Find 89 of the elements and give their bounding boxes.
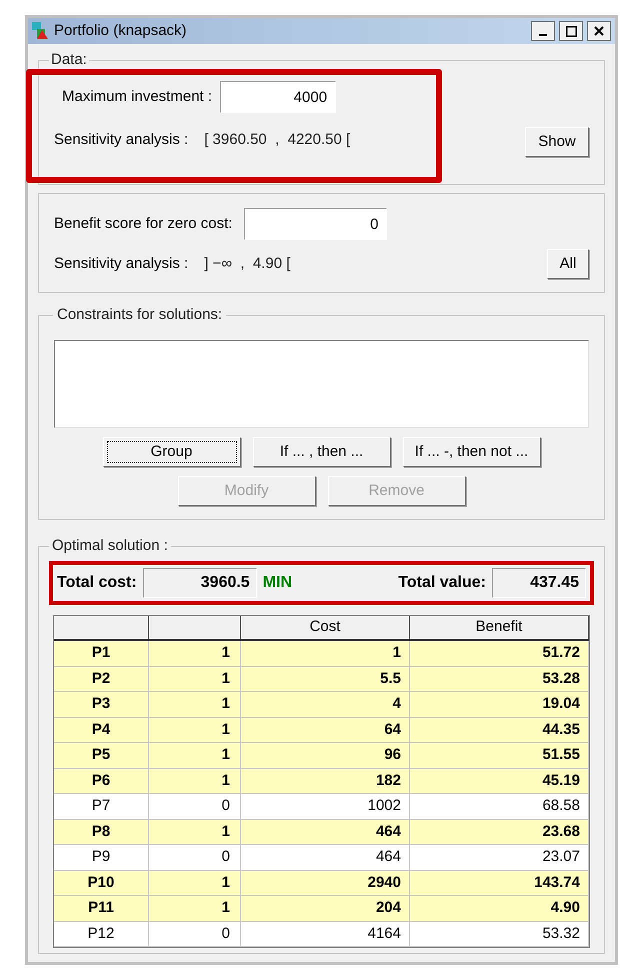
table-row[interactable]: P8 1 464 23.68 [54,820,589,845]
table-cell: 45.19 [410,768,589,794]
table-cell: 1 [149,641,241,666]
benefit-score-field[interactable]: 0 [244,208,388,240]
table-cell: 53.28 [410,666,589,692]
sensitivity-range: [ 3960.50 , 4220.50 [ [204,130,350,150]
table-cell: 0 [149,845,241,870]
action-button[interactable]: If ... , then ... [252,437,390,467]
table-cell: 2940 [241,870,410,896]
table-cell: 68.58 [410,794,589,820]
table-cell: P11 [54,896,149,922]
close-button[interactable] [587,21,611,41]
app-icon [32,22,50,40]
table-cell: P12 [54,922,149,947]
table-row[interactable]: P1 1 1 51.72 [54,641,589,666]
maximize-button[interactable] [559,21,583,41]
table-cell: 1 [149,718,241,743]
total-value-value: 437.45 [492,568,586,598]
table-cell: 4164 [241,922,410,947]
table-cell: 1 [149,743,241,768]
field-label: Maximum investment : [62,86,212,107]
table-cell: 96 [241,743,410,768]
table-cell: 143.74 [410,870,589,896]
action-button[interactable]: If ... -, then not ... [402,437,540,467]
table-cell: 182 [241,768,410,794]
table-row[interactable]: P2 1 5.5 53.28 [54,666,589,692]
action-button[interactable]: Show [525,127,589,157]
table-cell: 1 [149,870,241,896]
table-cell: P8 [54,820,149,845]
table-cell: P1 [54,641,149,666]
table-cell: 4 [241,692,410,718]
table-cell: 1 [149,896,241,922]
table-cell: P5 [54,743,149,768]
maximize-icon [566,26,576,36]
table-cell: P3 [54,692,149,718]
table-cell: 464 [241,820,410,845]
close-icon [594,26,604,36]
table-cell: P6 [54,768,149,794]
table-row[interactable]: P11 1 204 4.90 [54,896,589,922]
table-row[interactable]: P6 1 182 45.19 [54,768,589,794]
total-value-label: Total value: [398,573,486,593]
column-header[interactable]: Benefit [410,616,589,639]
table-row[interactable]: P9 0 464 23.07 [54,845,589,870]
field-label: Benefit score for zero cost: [54,214,232,234]
table-row[interactable]: P10 1 2940 143.74 [54,870,589,896]
table-cell: 5.5 [241,666,410,692]
sensitivity-range: ] −∞ , 4.90 [ [204,254,290,274]
table-cell: 1 [149,666,241,692]
total-cost-value: 3960.5 [142,568,257,598]
table-cell: 1 [149,820,241,845]
table-row[interactable]: P7 0 1002 68.58 [54,794,589,820]
minimize-button[interactable] [531,21,555,41]
total-cost-label: Total cost: [57,573,137,593]
table-cell: 53.32 [410,922,589,947]
table-cell: 464 [241,845,410,870]
window-title: Portfolio (knapsack) [54,20,188,41]
table-cell: 19.04 [410,692,589,718]
group-legend: Optimal solution : [49,537,171,555]
table-cell: P10 [54,870,149,896]
action-button[interactable]: Group [102,437,240,467]
minimize-icon [539,34,547,36]
table-cell: P4 [54,718,149,743]
table-cell: 64 [241,718,410,743]
table-cell: 1 [241,641,410,666]
sensitivity-label: Sensitivity analysis : [54,254,188,274]
table-cell: 23.68 [410,820,589,845]
table-cell: 1 [149,692,241,718]
min-tag: MIN [262,571,292,595]
table-cell: P2 [54,666,149,692]
table-cell: 1002 [241,794,410,820]
max-investment-field[interactable]: 4000 [220,81,336,113]
table-cell: 1 [149,768,241,794]
table-row[interactable]: P4 1 64 44.35 [54,718,589,743]
table-cell: 23.07 [410,845,589,870]
table-cell: 51.55 [410,743,589,768]
action-button[interactable]: All [547,249,589,279]
table-row[interactable]: P3 1 4 19.04 [54,692,589,718]
table-cell: 0 [149,922,241,947]
table-row[interactable]: P5 1 96 51.55 [54,743,589,768]
table-cell: 4.90 [410,896,589,922]
table-cell: 0 [149,794,241,820]
sensitivity-label: Sensitivity analysis : [54,130,188,150]
table-cell: P7 [54,794,149,820]
table-cell: 204 [241,896,410,922]
column-header[interactable]: Cost [241,616,410,639]
table-cell: P9 [54,845,149,870]
table-row[interactable]: P12 0 4164 53.32 [54,922,589,947]
table-cell: 44.35 [410,718,589,743]
table-cell: 51.72 [410,641,589,666]
